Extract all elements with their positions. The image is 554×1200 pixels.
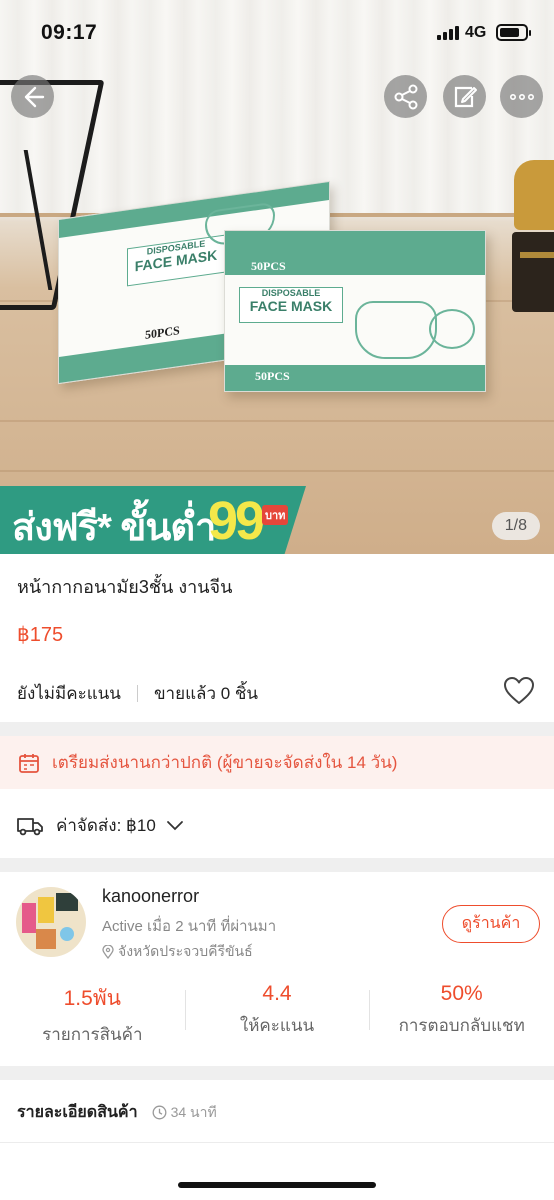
home-indicator[interactable]	[178, 1182, 376, 1188]
books	[512, 160, 554, 320]
shop-stats: 1.5พัน รายการสินค้า 4.4 ให้คะแนน 50% การ…	[0, 982, 554, 1052]
edit-button[interactable]	[443, 75, 486, 118]
more-button[interactable]	[500, 75, 543, 118]
shop-stat-label: รายการสินค้า	[42, 1025, 143, 1044]
shop-stat-value: 4.4	[262, 982, 292, 1005]
status-bar: 09:17 4G	[0, 0, 554, 66]
shipping-fee-text: ค่าจัดส่ง: ฿10	[56, 816, 156, 835]
shop-stat-value: 1.5พัน	[63, 987, 122, 1010]
calendar-icon	[19, 753, 39, 773]
shop-stat-rating: 4.4 ให้คะแนน	[184, 982, 370, 1052]
details-divider	[0, 1142, 554, 1143]
section-divider	[0, 722, 554, 736]
section-divider	[0, 858, 554, 872]
truck-icon	[17, 817, 43, 835]
edit-icon	[454, 86, 477, 107]
shop-avatar[interactable]	[16, 887, 86, 957]
more-icon	[509, 93, 534, 100]
shipping-fee-row[interactable]: ค่าจัดส่ง: ฿10	[16, 812, 184, 839]
notice-text: เตรียมส่งนานกว่าปกติ (ผู้ขายจะจัดส่งใน 1…	[52, 753, 398, 772]
network-type: 4G	[465, 24, 487, 41]
clock-icon	[152, 1105, 167, 1120]
share-icon	[394, 84, 417, 109]
section-divider	[0, 1066, 554, 1080]
sold-text: ขายแล้ว 0 ชิ้น	[153, 684, 259, 703]
rating-text: ยังไม่มีคะแนน	[17, 684, 121, 703]
shipping-delay-notice: เตรียมส่งนานกว่าปกติ (ผู้ขายจะจัดส่งใน 1…	[0, 736, 554, 789]
shop-location-text: จังหวัดประจวบคีรีขันธ์	[118, 943, 253, 959]
details-time: 34 นาที	[152, 1102, 217, 1124]
back-button[interactable]	[11, 75, 54, 118]
product-stats: ยังไม่มีคะแนน ขายแล้ว 0 ชิ้น	[17, 680, 258, 707]
shop-location: จังหวัดประจวบคีรีขันธ์	[102, 941, 253, 963]
share-button[interactable]	[384, 75, 427, 118]
shop-stat-label: การตอบกลับแชท	[398, 1016, 525, 1035]
view-shop-button[interactable]: ดูร้านค้า	[442, 905, 540, 943]
image-page-counter: 1/8	[491, 512, 540, 540]
promo-unit: บาท	[262, 505, 289, 525]
battery-icon	[496, 24, 531, 41]
shop-stat-value: 50%	[440, 982, 483, 1005]
stats-divider	[136, 685, 138, 702]
product-title: หน้ากากอนามัย3ชั้น งานจีน	[17, 577, 233, 597]
details-time-text: 34 นาที	[170, 1103, 217, 1120]
product-price: ฿175	[17, 624, 64, 646]
chevron-down-icon	[166, 820, 183, 830]
box-pcs-top: 50PCS	[251, 259, 286, 273]
product-details-header: รายละเอียดสินค้า 34 นาที	[17, 1100, 217, 1125]
product-details-title: รายละเอียดสินค้า	[17, 1104, 138, 1121]
promo-amount: 99	[208, 491, 265, 551]
shop-stat-products: 1.5พัน รายการสินค้า	[0, 982, 185, 1052]
shop-name[interactable]: kanoonerror	[102, 886, 199, 907]
back-arrow-icon	[24, 86, 44, 107]
mask-box-front: 50PCS DISPOSABLE FACE MASK 50PCS	[224, 230, 486, 392]
location-pin-icon	[102, 945, 114, 959]
wood-grain	[0, 420, 554, 422]
box-pcs: 50PCS	[255, 369, 290, 383]
like-button[interactable]	[503, 676, 535, 711]
shop-stat-chat-response: 50% การตอบกลับแชท	[369, 982, 554, 1052]
shop-active-status: Active เมื่อ 2 นาที ที่ผ่านมา	[102, 918, 277, 935]
shop-stat-label: ให้คะแนน	[239, 1016, 315, 1035]
heart-icon	[504, 677, 534, 704]
status-time: 09:17	[41, 21, 98, 44]
promo-text: ส่งฟรี* ขั้นต่ำ	[12, 507, 216, 549]
wood-grain	[0, 470, 554, 472]
box-label-top: DISPOSABLE	[261, 288, 321, 298]
signal-icon	[437, 26, 459, 40]
box-label-main: FACE MASK	[249, 298, 333, 314]
